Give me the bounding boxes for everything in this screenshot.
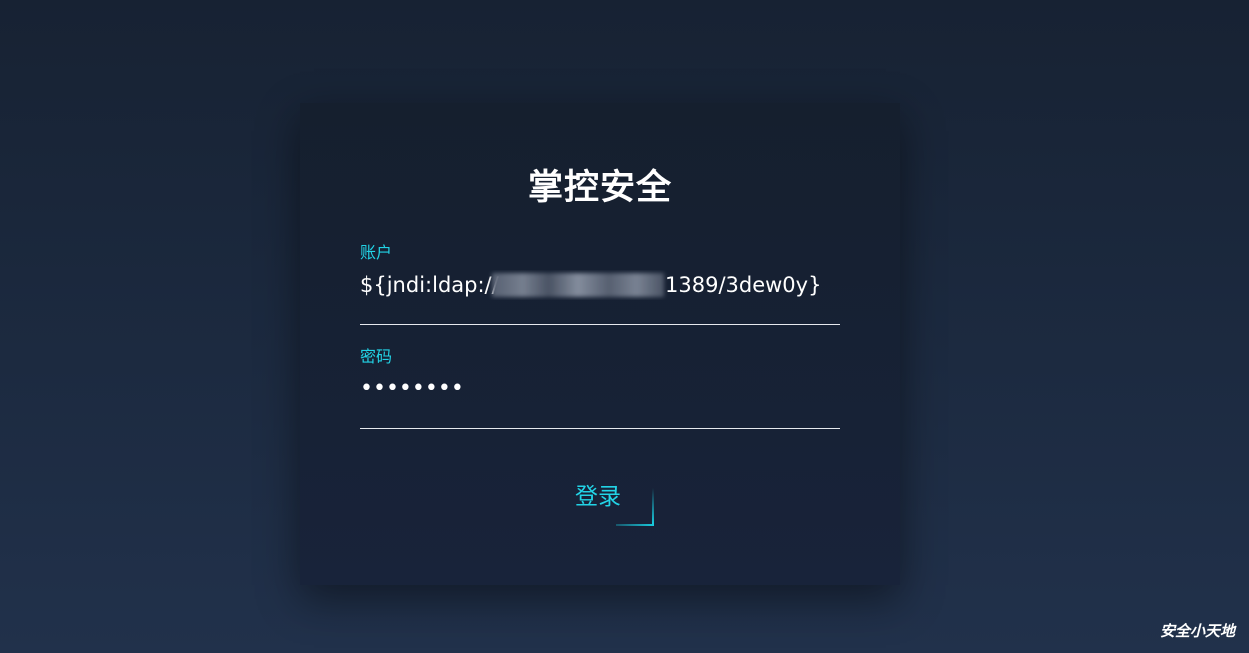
username-field[interactable]: 账户 ${jndi:ldap:// 1389/3dew0y}	[360, 242, 840, 325]
button-corner-accent-horizontal	[616, 524, 654, 526]
login-button-label: 登录	[575, 484, 621, 510]
button-corner-accent-vertical	[652, 488, 654, 524]
username-input[interactable]: ${jndi:ldap:// 1389/3dew0y}	[360, 270, 840, 300]
password-input[interactable]: ••••••••	[360, 374, 840, 404]
login-title: 掌控安全	[527, 168, 672, 208]
redacted-blur	[492, 273, 664, 297]
username-underline	[360, 324, 840, 325]
login-card: 掌控安全 账户 ${jndi:ldap:// 1389/3dew0y} 密码 •…	[300, 103, 900, 585]
username-label: 账户	[360, 243, 393, 262]
username-value-prefix: ${jndi:ldap://	[360, 273, 499, 297]
watermark: 安全小天地	[1159, 622, 1235, 640]
password-underline	[360, 428, 840, 429]
password-label: 密码	[360, 347, 393, 366]
password-field[interactable]: 密码 ••••••••	[360, 346, 840, 429]
username-value-suffix: 1389/3dew0y}	[665, 273, 822, 297]
login-button[interactable]: 登录	[570, 478, 654, 526]
